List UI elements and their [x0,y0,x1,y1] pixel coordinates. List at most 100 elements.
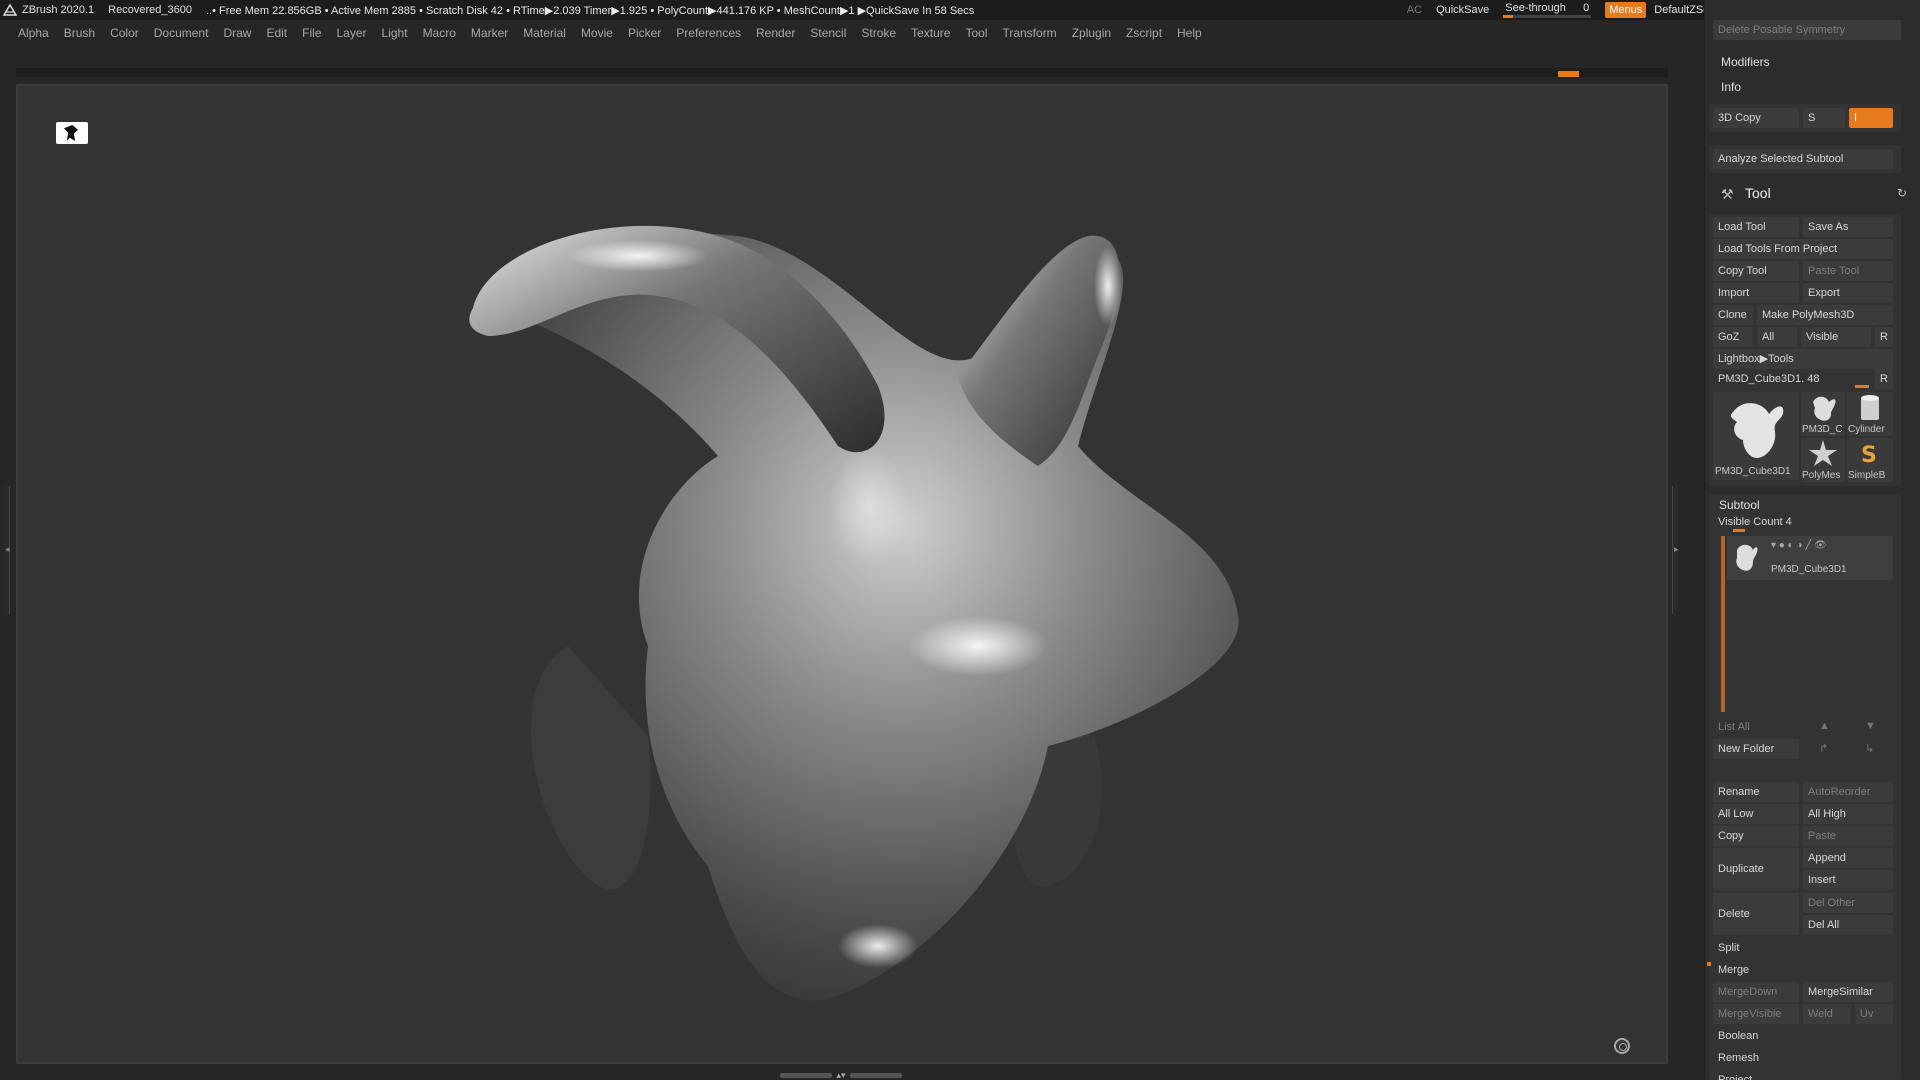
viewport-canvas[interactable] [16,84,1668,1064]
sculpt-model[interactable] [18,86,1666,1062]
menus-button[interactable]: Menus [1605,2,1647,18]
3d-copy-s-button[interactable]: S [1803,108,1845,128]
3d-copy-i-button[interactable]: I [1849,108,1893,128]
ac-label[interactable]: AC [1407,4,1422,16]
tool-thumbnail-pm3d[interactable]: PM3D_C [1801,392,1845,436]
menu-color[interactable]: Color [110,26,139,40]
del-all-button[interactable]: Del All [1803,915,1893,935]
menu-draw[interactable]: Draw [223,26,251,40]
menu-file[interactable]: File [302,26,321,40]
export-button[interactable]: Export [1803,283,1893,303]
uv-button[interactable]: Uv [1855,1004,1893,1024]
tool-thumbnail-simplebrush[interactable]: S SimpleB [1847,438,1893,482]
append-button[interactable]: Append [1803,848,1893,868]
delete-posable-symmetry-button[interactable]: Delete Posable Symmetry [1713,20,1901,40]
subtool-item[interactable]: ▾ ● ◐ ◑ ╱ 👁 PM3D_Cube3D1 [1727,536,1893,580]
make-polymesh3d-button[interactable]: Make PolyMesh3D [1757,305,1893,325]
analyze-selected-subtool-button[interactable]: Analyze Selected Subtool [1713,149,1893,169]
paste-button[interactable]: Paste [1803,826,1893,846]
project-header[interactable]: Project [1713,1070,1893,1080]
import-button[interactable]: Import [1713,283,1799,303]
load-tool-button[interactable]: Load Tool [1713,217,1799,237]
copy-button[interactable]: Copy [1713,826,1799,846]
subtool-header[interactable]: Subtool [1719,498,1760,512]
all-low-button[interactable]: All Low [1713,804,1799,824]
list-all-button[interactable]: List All [1713,717,1799,737]
menu-stroke[interactable]: Stroke [861,26,896,40]
zbrush-logo-icon [2,3,18,16]
autoreorder-button[interactable]: AutoReorder [1803,782,1893,802]
see-through-slider[interactable]: See-through 0 [1503,2,1595,18]
menu-picker[interactable]: Picker [628,26,661,40]
remesh-header[interactable]: Remesh [1713,1048,1893,1068]
goz-r-button[interactable]: R [1875,327,1893,347]
left-tray-handle[interactable]: ◂ [4,486,10,614]
save-as-button[interactable]: Save As [1803,217,1893,237]
subtool-visibility-icons[interactable]: ▾ ● ◐ ◑ ╱ 👁 [1771,540,1827,551]
current-tool-slider[interactable]: PM3D_Cube3D1. 48 [1713,369,1873,389]
menu-help[interactable]: Help [1177,26,1202,40]
visible-count-slider[interactable]: Visible Count 4 [1713,512,1833,532]
folder-down-icon[interactable]: ↳ [1865,742,1874,755]
merge-down-button[interactable]: MergeDown [1713,982,1799,1002]
menu-marker[interactable]: Marker [471,26,508,40]
refresh-icon[interactable]: ↻ [1897,186,1907,200]
menu-movie[interactable]: Movie [581,26,613,40]
del-other-button[interactable]: Del Other [1803,893,1893,913]
duplicate-button[interactable]: Duplicate [1713,848,1799,890]
menu-light[interactable]: Light [382,26,408,40]
folder-up-icon[interactable]: ↱ [1819,742,1828,755]
merge-similar-button[interactable]: MergeSimilar [1803,982,1893,1002]
goz-all-button[interactable]: All [1757,327,1797,347]
current-tool-r-button[interactable]: R [1875,369,1893,389]
menu-zscript[interactable]: Zscript [1126,26,1162,40]
copy-tool-button[interactable]: Copy Tool [1713,261,1799,281]
weld-button[interactable]: Weld [1803,1004,1851,1024]
all-high-button[interactable]: All High [1803,804,1893,824]
tool-palette-header[interactable]: ⚒ Tool ↻ [1713,184,1913,204]
goz-button[interactable]: GoZ [1713,327,1753,347]
right-tray-handle[interactable]: ▸ [1672,486,1679,614]
lightbox-tools-button[interactable]: Lightbox▶Tools [1713,349,1893,369]
menu-render[interactable]: Render [756,26,795,40]
tool-thumbnail-polymesh[interactable]: PolyMes [1801,438,1845,482]
paste-tool-button[interactable]: Paste Tool [1803,261,1893,281]
menu-alpha[interactable]: Alpha [18,26,49,40]
boolean-header[interactable]: Boolean [1713,1026,1893,1046]
insert-button[interactable]: Insert [1803,870,1893,890]
menu-transform[interactable]: Transform [1002,26,1056,40]
menu-brush[interactable]: Brush [64,26,95,40]
rotate-gizmo-icon[interactable] [1614,1038,1630,1054]
merge-visible-button[interactable]: MergeVisible [1713,1004,1799,1024]
goz-visible-button[interactable]: Visible [1801,327,1871,347]
modifiers-header[interactable]: Modifiers [1721,55,1770,69]
menu-edit[interactable]: Edit [266,26,287,40]
menu-texture[interactable]: Texture [911,26,950,40]
subtool-list-scrollbar[interactable] [1721,536,1725,712]
info-header[interactable]: Info [1721,80,1741,94]
move-up-icon[interactable]: ▲ [1819,720,1830,732]
quicksave-button[interactable]: QuickSave [1436,4,1489,16]
tool-thumbnail-cylinder[interactable]: Cylinder [1847,392,1893,436]
merge-header[interactable]: Merge [1713,960,1893,980]
menu-material[interactable]: Material [523,26,566,40]
split-header[interactable]: Split [1713,938,1893,958]
clone-button[interactable]: Clone [1713,305,1753,325]
menu-document[interactable]: Document [154,26,209,40]
tool-thumbnail-main[interactable]: PM3D_Cube3D1 [1713,392,1799,480]
shelf-marker [1558,71,1579,77]
3d-copy-button[interactable]: 3D Copy [1713,108,1799,128]
move-down-icon[interactable]: ▼ [1865,720,1876,732]
menu-stencil[interactable]: Stencil [810,26,846,40]
load-tools-from-project-button[interactable]: Load Tools From Project [1713,239,1893,259]
menu-zplugin[interactable]: Zplugin [1072,26,1111,40]
bottom-tray-handle[interactable]: ▴▾ [776,1070,906,1080]
menu-tool[interactable]: Tool [965,26,987,40]
current-tool-slider-handle [1855,385,1869,388]
menu-layer[interactable]: Layer [337,26,367,40]
rename-button[interactable]: Rename [1713,782,1799,802]
delete-button[interactable]: Delete [1713,893,1799,935]
menu-preferences[interactable]: Preferences [676,26,741,40]
new-folder-button[interactable]: New Folder [1713,739,1799,759]
menu-macro[interactable]: Macro [423,26,456,40]
